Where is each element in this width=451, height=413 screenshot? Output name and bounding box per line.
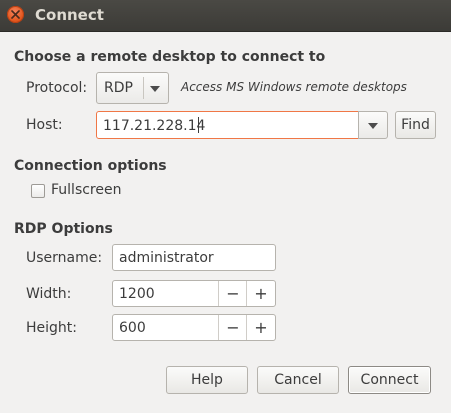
cancel-button[interactable]: Cancel <box>257 366 339 394</box>
title-bar: Connect <box>0 0 451 32</box>
host-value: 117.21.228.14 <box>103 118 206 134</box>
width-value: 1200 <box>119 286 155 302</box>
help-button[interactable]: Help <box>166 366 248 394</box>
plus-icon: + <box>254 284 268 303</box>
remote-desktop-heading: Choose a remote desktop to connect to <box>14 49 326 65</box>
combo-separator <box>143 77 144 99</box>
minus-icon: − <box>226 318 240 337</box>
username-label: Username: <box>26 250 103 266</box>
help-button-label: Help <box>191 372 223 388</box>
width-label: Width: <box>26 286 72 302</box>
protocol-hint: Access MS Windows remote desktops <box>181 80 407 94</box>
window-title: Connect <box>35 6 104 24</box>
connect-button-label: Connect <box>360 372 419 388</box>
cancel-button-label: Cancel <box>274 372 322 388</box>
chevron-down-icon <box>150 86 160 92</box>
host-label: Host: <box>26 117 63 133</box>
fullscreen-label[interactable]: Fullscreen <box>51 182 121 198</box>
height-spinner[interactable]: 600 − + <box>112 314 276 341</box>
fullscreen-checkbox[interactable] <box>31 184 45 198</box>
height-decrement-button[interactable]: − <box>218 315 247 340</box>
rdp-options-heading: RDP Options <box>14 221 113 237</box>
protocol-label: Protocol: <box>26 80 88 96</box>
username-value: administrator <box>119 250 214 266</box>
chevron-down-icon <box>368 123 378 129</box>
host-input[interactable]: 117.21.228.14 <box>96 111 362 139</box>
height-label: Height: <box>26 320 77 336</box>
width-decrement-button[interactable]: − <box>218 281 247 306</box>
connect-dialog: Connect Choose a remote desktop to conne… <box>0 0 451 413</box>
width-increment-button[interactable]: + <box>246 281 275 306</box>
connect-button[interactable]: Connect <box>348 366 431 394</box>
width-spinner[interactable]: 1200 − + <box>112 280 276 307</box>
height-increment-button[interactable]: + <box>246 315 275 340</box>
find-button-label: Find <box>401 117 430 133</box>
connection-options-heading: Connection options <box>14 158 167 174</box>
host-history-dropdown[interactable] <box>358 111 388 139</box>
height-value: 600 <box>119 320 146 336</box>
minus-icon: − <box>226 284 240 303</box>
find-button[interactable]: Find <box>395 111 436 139</box>
protocol-value: RDP <box>104 80 133 96</box>
protocol-select[interactable]: RDP <box>96 72 169 104</box>
username-field[interactable]: administrator <box>112 244 276 271</box>
plus-icon: + <box>254 318 268 337</box>
close-icon[interactable] <box>7 6 24 23</box>
text-caret <box>198 117 199 133</box>
